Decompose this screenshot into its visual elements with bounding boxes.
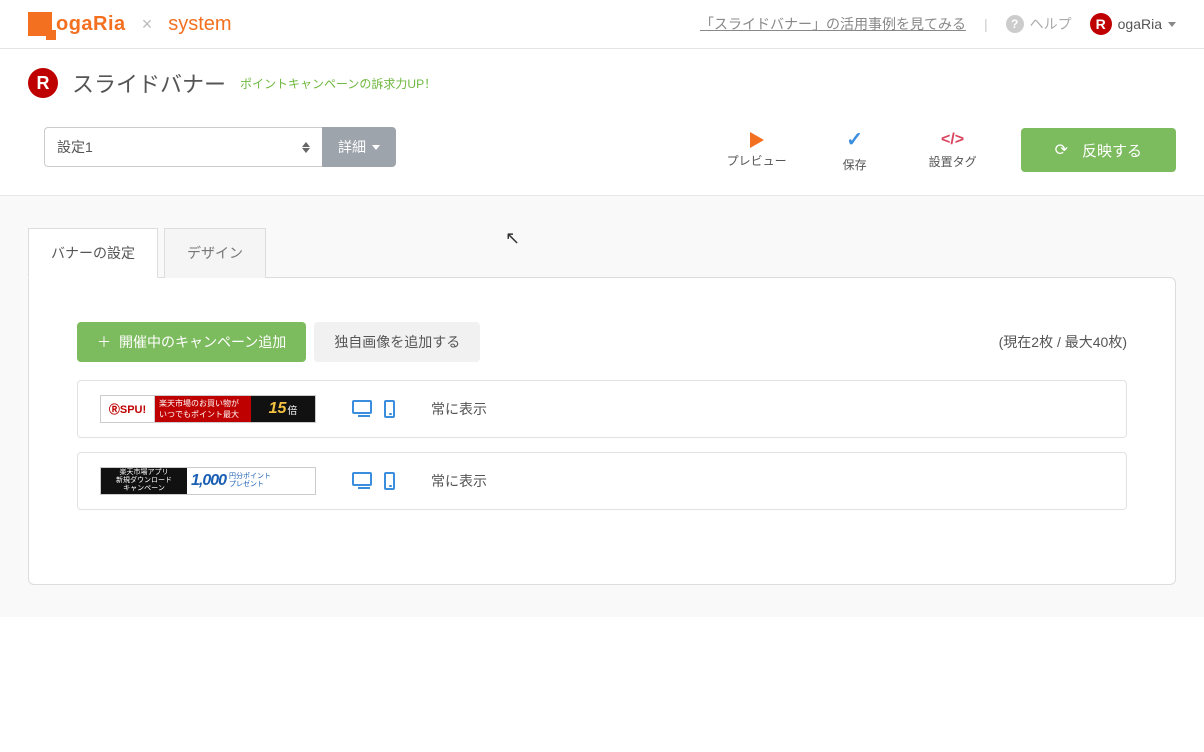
thumb-label: ⓇSPU! [101,396,155,422]
device-icons [352,400,395,418]
mobile-icon [384,472,395,490]
panel-actions-left: ＋ 開催中のキャンペーン追加 独自画像を追加する [77,322,480,362]
add-custom-image-button[interactable]: 独自画像を追加する [314,322,480,362]
page-title: スライドバナー [72,67,226,99]
header: ogaRia × system 「スライドバナー」の活用事例を見てみる | ? … [0,0,1204,49]
thumb-text: 楽天市場のお買い物が いつでもポイント最大 [155,396,251,422]
thumb-number: 1,000 円分ポイントプレゼント [187,468,315,494]
logo-text-main: ogaRia [56,13,126,36]
panel-actions: ＋ 開催中のキャンペーン追加 独自画像を追加する (現在2枚 / 最大40枚) [77,322,1127,362]
tab-design[interactable]: デザイン [164,228,266,278]
banner-count: (現在2枚 / 最大40枚) [999,332,1127,352]
logo-icon [28,12,52,36]
user-menu[interactable]: R ogaRia [1090,13,1176,35]
display-condition: 常に表示 [431,399,487,419]
banner-row[interactable]: 楽天市場アプリ 新規ダウンロード キャンペーン 1,000 円分ポイントプレゼン… [77,452,1127,510]
tabs: バナーの設定 デザイン [28,228,1176,278]
preview-action[interactable]: プレビュー [727,132,787,169]
config-select[interactable]: 設定1 [44,127,322,167]
embed-tag-label: 設置タグ [929,153,977,170]
title-badge-icon: R [28,68,58,98]
caret-down-icon [372,145,380,150]
refresh-icon: ⟳ [1055,140,1068,160]
content: バナーの設定 デザイン ＋ 開催中のキャンペーン追加 独自画像を追加する (現在… [0,196,1204,617]
toolbar: 設定1 詳細 プレビュー ✓ 保存 </> 設置タグ ⟳ 反映する [0,109,1204,196]
device-icons [352,472,395,490]
title-row: R スライドバナー ポイントキャンペーンの訴求力UP！ [0,49,1204,109]
play-icon [750,132,764,148]
toolbar-right: プレビュー ✓ 保存 </> 設置タグ ⟳ 反映する [727,127,1176,173]
apply-label: 反映する [1082,140,1142,161]
help-link[interactable]: ? ヘルプ [1006,14,1072,34]
thumb-number: 15倍 [251,396,315,422]
plus-icon: ＋ [97,332,111,352]
detail-label: 詳細 [338,137,366,157]
header-divider: | [984,16,988,32]
select-updown-icon [302,142,310,153]
help-icon: ? [1006,15,1024,33]
add-campaign-label: 開催中のキャンペーン追加 [119,332,286,352]
caret-down-icon [1168,22,1176,27]
add-campaign-button[interactable]: ＋ 開催中のキャンペーン追加 [77,322,306,362]
detail-button[interactable]: 詳細 [322,127,396,167]
banner-thumbnail: ⓇSPU! 楽天市場のお買い物が いつでもポイント最大 15倍 [100,395,316,423]
case-study-link[interactable]: 「スライドバナー」の活用事例を見てみる [700,14,966,34]
toolbar-left: 設定1 詳細 [44,127,396,167]
user-badge-icon: R [1090,13,1112,35]
check-icon: ✓ [846,127,863,152]
banner-row[interactable]: ⓇSPU! 楽天市場のお買い物が いつでもポイント最大 15倍 常に表示 [77,380,1127,438]
save-action[interactable]: ✓ 保存 [825,127,885,173]
display-condition: 常に表示 [431,471,487,491]
desktop-icon [352,400,372,414]
promo-text: ポイントキャンペーンの訴求力UP！ [240,75,436,92]
header-right: 「スライドバナー」の活用事例を見てみる | ? ヘルプ R ogaRia [700,13,1176,35]
code-icon: </> [941,131,964,149]
mobile-icon [384,400,395,418]
user-name: ogaRia [1118,16,1162,32]
logo-text-system: system [168,13,231,36]
tab-banner-settings[interactable]: バナーの設定 [28,228,158,278]
apply-button[interactable]: ⟳ 反映する [1021,128,1176,172]
logo[interactable]: ogaRia [28,12,126,36]
thumb-label: 楽天市場アプリ 新規ダウンロード キャンペーン [101,468,187,494]
banner-thumbnail: 楽天市場アプリ 新規ダウンロード キャンペーン 1,000 円分ポイントプレゼン… [100,467,316,495]
config-select-value: 設定1 [57,137,93,157]
logo-x: × [142,14,153,35]
desktop-icon [352,472,372,486]
tab-panel: ＋ 開催中のキャンペーン追加 独自画像を追加する (現在2枚 / 最大40枚) … [28,277,1176,585]
help-label: ヘルプ [1030,14,1072,34]
save-label: 保存 [843,156,867,173]
logo-group: ogaRia × system [28,12,232,36]
embed-tag-action[interactable]: </> 設置タグ [923,131,983,170]
preview-label: プレビュー [727,152,787,169]
